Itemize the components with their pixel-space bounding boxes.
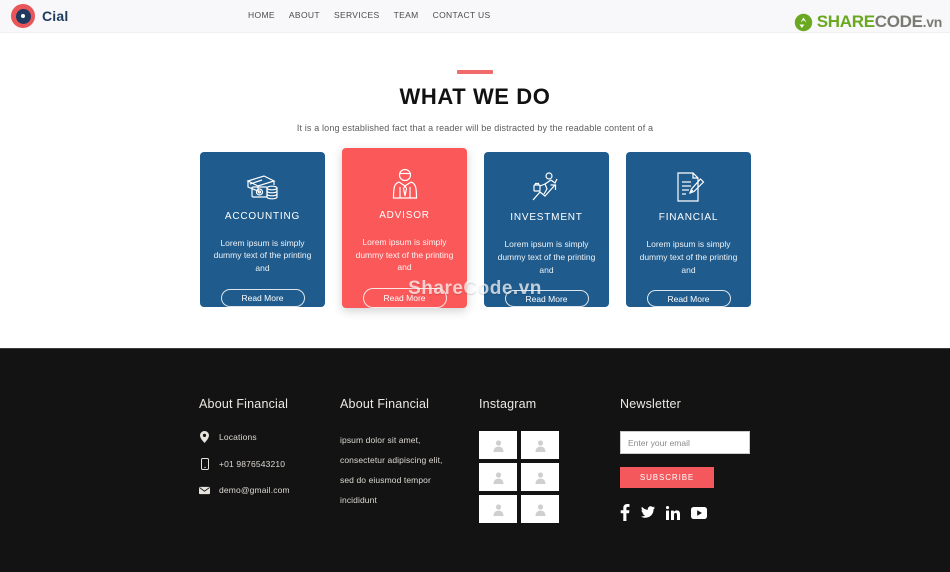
instagram-thumbnail-grid	[479, 431, 620, 523]
footer-contact-phone[interactable]: +01 9876543210	[199, 458, 340, 470]
footer-column-newsletter: Newsletter SUBSCRIBE	[620, 397, 780, 523]
cial-logo-icon	[11, 4, 35, 28]
nav-menu: HOME ABOUT SERVICES TEAM CONTACT US	[248, 10, 491, 20]
card-description: Lorem ipsum is simply dummy text of the …	[639, 239, 738, 275]
service-card-advisor[interactable]: ADVISOR Lorem ipsum is simply dummy text…	[342, 148, 467, 308]
service-card-list: ACCOUNTING Lorem ipsum is simply dummy t…	[200, 148, 751, 308]
footer-about-line: sed do eiusmod tempor	[340, 474, 431, 485]
person-placeholder-icon	[535, 503, 545, 516]
instagram-thumbnail[interactable]	[479, 495, 517, 523]
phone-icon	[199, 458, 210, 470]
footer-contact-email[interactable]: demo@gmail.com	[199, 485, 340, 495]
card-description: Lorem ipsum is simply dummy text of the …	[497, 239, 596, 275]
money-bills-icon	[244, 170, 282, 203]
twitter-icon[interactable]	[641, 506, 655, 519]
person-placeholder-icon	[535, 471, 545, 484]
person-placeholder-icon	[493, 503, 503, 516]
nav-item-about[interactable]: ABOUT	[289, 10, 320, 20]
instagram-thumbnail[interactable]	[521, 463, 559, 491]
section-header: WHAT WE DO It is a long established fact…	[0, 70, 950, 133]
youtube-icon[interactable]	[691, 506, 707, 519]
sharecode-text-vn: .vn	[922, 14, 943, 30]
footer-columns: About Financial Locations +01 9876543210…	[199, 397, 780, 523]
envelope-icon	[199, 486, 210, 495]
service-card-accounting[interactable]: ACCOUNTING Lorem ipsum is simply dummy t…	[200, 152, 325, 307]
nav-item-home[interactable]: HOME	[248, 10, 275, 20]
footer-contact-text: +01 9876543210	[219, 459, 286, 469]
footer-contact-text: demo@gmail.com	[219, 485, 290, 495]
newsletter-email-input[interactable]	[620, 431, 750, 454]
footer-column-about-financial-contact: About Financial Locations +01 9876543210…	[199, 397, 340, 523]
person-placeholder-icon	[493, 471, 503, 484]
footer-column-title: About Financial	[199, 397, 289, 411]
facebook-icon[interactable]	[620, 504, 630, 521]
person-placeholder-icon	[493, 439, 503, 452]
footer-contact-text: Locations	[219, 432, 257, 442]
footer-column-about-financial-text: About Financial ipsum dolor sit amet, co…	[340, 397, 479, 523]
document-pencil-icon	[672, 170, 706, 204]
location-pin-icon	[199, 431, 210, 443]
footer-about-line: ipsum dolor sit amet,	[340, 435, 421, 445]
card-description: Lorem ipsum is simply dummy text of the …	[355, 236, 454, 273]
footer-column-title: Newsletter	[620, 397, 682, 411]
instagram-thumbnail[interactable]	[521, 431, 559, 459]
page-title: WHAT WE DO	[399, 84, 551, 109]
brand-logo[interactable]: Cial	[11, 4, 68, 28]
card-title: FINANCIAL	[658, 212, 719, 223]
footer-column-title: About Financial	[340, 397, 430, 411]
card-title: ACCOUNTING	[224, 210, 301, 222]
social-links	[620, 504, 780, 521]
footer-column-instagram: Instagram	[479, 397, 620, 523]
card-description: Lorem ipsum is simply dummy text of the …	[213, 237, 312, 274]
person-placeholder-icon	[535, 439, 545, 452]
instagram-thumbnail[interactable]	[479, 463, 517, 491]
footer-about-line: incididunt	[340, 494, 377, 505]
footer-column-title: Instagram	[479, 397, 537, 411]
sharecode-text-code: CODE	[874, 12, 923, 31]
instagram-thumbnail[interactable]	[479, 431, 517, 459]
service-card-investment[interactable]: INVESTMENT Lorem ipsum is simply dummy t…	[484, 152, 609, 307]
instagram-thumbnail[interactable]	[521, 495, 559, 523]
service-card-financial[interactable]: FINANCIAL Lorem ipsum is simply dummy te…	[626, 152, 751, 307]
growth-runner-icon	[529, 170, 565, 204]
section-accent-rule	[457, 70, 493, 74]
subscribe-button[interactable]: SUBSCRIBE	[620, 467, 714, 488]
sharecode-text-share: SHARE	[816, 12, 875, 31]
footer-about-line: consectetur adipiscing elit,	[340, 454, 443, 465]
read-more-button[interactable]: Read More	[220, 288, 305, 307]
page-root: Cial HOME ABOUT SERVICES TEAM CONTACT US…	[0, 0, 950, 572]
nav-item-contact-us[interactable]: CONTACT US	[433, 10, 491, 20]
sharecode-watermark-logo: SHARECODE.vn	[794, 12, 942, 32]
linkedin-icon[interactable]	[666, 505, 680, 520]
businessman-icon	[388, 166, 422, 202]
nav-item-services[interactable]: SERVICES	[334, 10, 380, 20]
read-more-button[interactable]: Read More	[646, 290, 731, 307]
footer-contact-location[interactable]: Locations	[199, 431, 340, 443]
card-title: ADVISOR	[379, 209, 430, 221]
site-footer: About Financial Locations +01 9876543210…	[0, 348, 950, 572]
sharecode-recycle-icon	[794, 13, 812, 31]
read-more-button[interactable]: Read More	[504, 290, 589, 307]
section-subtitle: It is a long established fact that a rea…	[296, 123, 654, 133]
top-navbar: Cial HOME ABOUT SERVICES TEAM CONTACT US…	[0, 0, 950, 33]
read-more-button[interactable]: Read More	[362, 288, 447, 308]
brand-name: Cial	[42, 8, 69, 24]
card-title: INVESTMENT	[510, 212, 583, 223]
nav-item-team[interactable]: TEAM	[394, 10, 419, 20]
